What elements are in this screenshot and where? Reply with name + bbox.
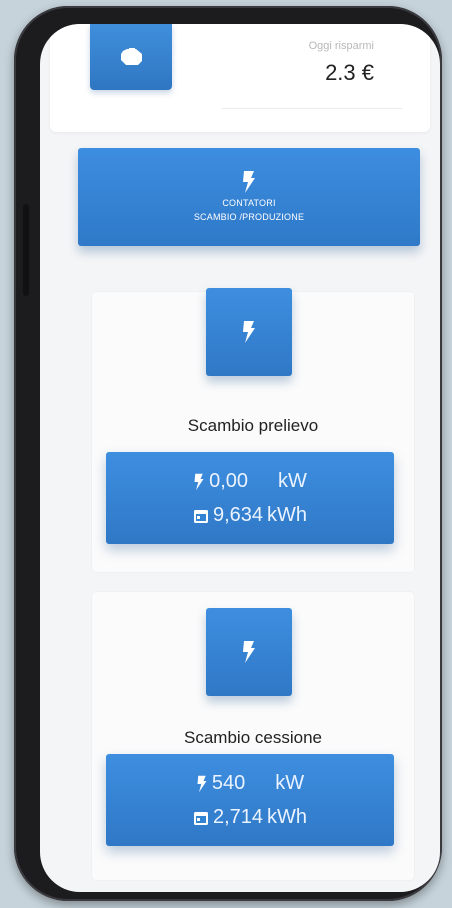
reading-card[interactable]: 0,00 kW 9,634 kWh <box>106 452 394 544</box>
energy-value: 2,714 <box>212 806 264 828</box>
side-button <box>23 204 29 296</box>
lightning-bolt-icon <box>243 641 255 663</box>
banner-title-line-1: CONTATORI <box>222 198 276 208</box>
energy-reading: 9,634 kWh <box>106 504 394 527</box>
banner-title-line-2: SCAMBIO /PRODUZIONE <box>193 212 305 222</box>
savings-value: 2.3 € <box>325 60 374 85</box>
lightning-bolt-icon <box>197 775 207 792</box>
power-value: 540 <box>211 772 246 794</box>
savings-label: Oggi risparmi <box>308 40 374 52</box>
power-value: 0,00 <box>209 470 249 492</box>
savings-card: Oggi risparmi 2.3 € <box>50 24 430 132</box>
lightning-bolt-icon <box>194 473 204 490</box>
app-screen: Oggi risparmi 2.3 € CONTATORI SCAMBIO /P… <box>40 24 440 892</box>
meter-panel-cessione: Scambio cessione 540 kW 2,714 kWh <box>92 592 414 880</box>
power-reading: 0,00 kW <box>106 470 394 493</box>
savings-tile[interactable] <box>90 24 172 90</box>
lightning-bolt-icon <box>243 321 255 343</box>
meter-tile[interactable] <box>206 288 292 376</box>
calendar-icon <box>193 811 208 825</box>
meter-tile[interactable] <box>206 608 292 696</box>
calendar-icon <box>193 509 208 523</box>
lightning-bolt-icon <box>243 171 255 193</box>
energy-unit: kWh <box>267 806 308 828</box>
power-unit: kW <box>278 470 307 492</box>
phone-frame: Oggi risparmi 2.3 € CONTATORI SCAMBIO /P… <box>14 6 442 901</box>
reading-card[interactable]: 540 kW 2,714 kWh <box>106 754 394 846</box>
meter-title: Scambio prelievo <box>187 416 319 435</box>
meter-title: Scambio cessione <box>184 728 322 747</box>
meter-panel-prelievo: Scambio prelievo 0,00 kW 9,634 kWh <box>92 288 414 572</box>
energy-value: 9,634 <box>212 504 264 526</box>
energy-unit: kWh <box>267 504 308 526</box>
energy-reading: 2,714 kWh <box>106 806 394 829</box>
divider <box>222 108 402 109</box>
power-unit: kW <box>275 772 305 794</box>
meters-banner-button[interactable]: CONTATORI SCAMBIO /PRODUZIONE <box>78 148 420 246</box>
power-reading: 540 kW <box>106 772 394 795</box>
piggy-bank-icon <box>121 48 142 65</box>
